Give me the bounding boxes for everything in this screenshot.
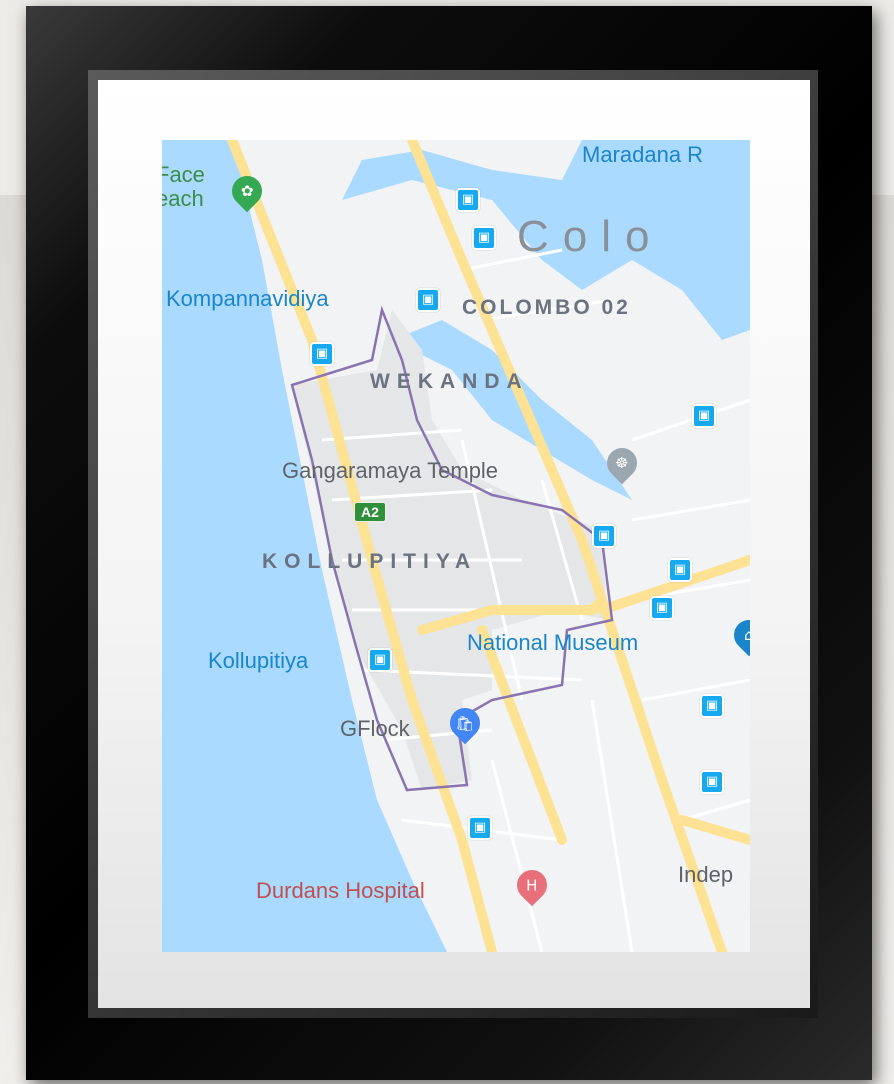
bus-stop-icon: ▣ <box>692 404 716 428</box>
label-colombo-02: COLOMBO 02 <box>462 296 631 319</box>
label-kollupitiya-district: KOLLUPITIYA <box>262 550 478 573</box>
route-shield-a2: A2 <box>354 502 386 522</box>
label-face-beach-1: Face <box>162 162 205 187</box>
bus-stop-icon: ▣ <box>456 188 480 212</box>
label-indep: Indep <box>678 862 734 887</box>
label-gflock: GFlock <box>340 716 410 741</box>
bus-stop-icon: ▣ <box>700 770 724 794</box>
map-image: Maradana R Face each ✿ Colo Kompannavidi… <box>162 140 750 952</box>
bus-stop-icon: ▣ <box>368 648 392 672</box>
label-durdans-hospital: Durdans Hospital <box>256 878 425 903</box>
label-kompannavidiya: Kompannavidiya <box>166 286 329 311</box>
bus-stop-icon: ▣ <box>592 524 616 548</box>
bus-stop-icon: ▣ <box>472 226 496 250</box>
bus-stop-icon: ▣ <box>310 342 334 366</box>
label-colombo-big: Colo <box>517 212 664 261</box>
label-maradana: Maradana R <box>582 142 704 167</box>
label-kollupitiya-station: Kollupitiya <box>208 648 309 673</box>
bus-stop-icon: ▣ <box>700 694 724 718</box>
label-face-beach-2: each <box>162 186 204 211</box>
bus-stop-icon: ▣ <box>668 558 692 582</box>
bus-stop-icon: ▣ <box>468 816 492 840</box>
label-gangaramaya: Gangaramaya Temple <box>282 458 499 483</box>
bus-stop-icon: ▣ <box>650 596 674 620</box>
label-wekanda: WEKANDA <box>370 370 529 393</box>
label-national-museum: National Museum <box>467 630 639 655</box>
bus-stop-icon: ▣ <box>416 288 440 312</box>
